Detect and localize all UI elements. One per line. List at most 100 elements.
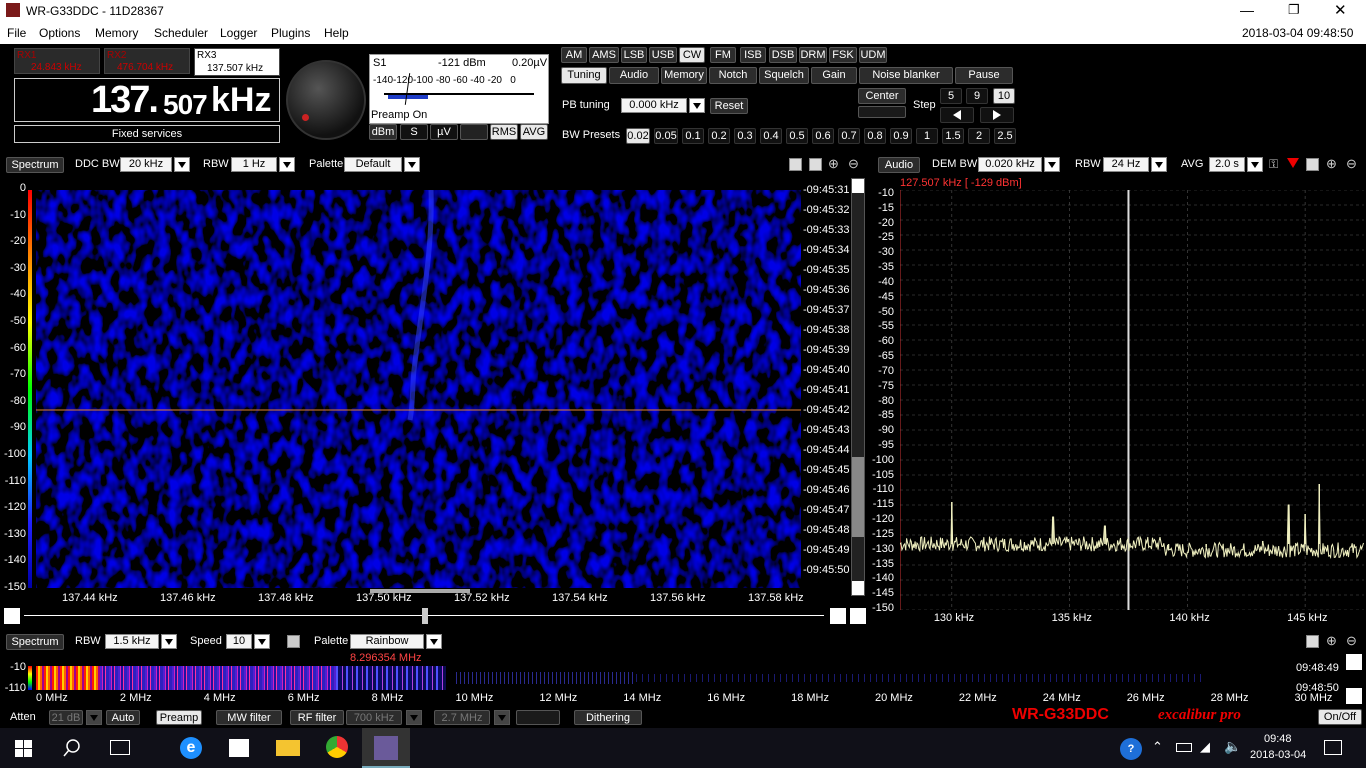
mode-usb[interactable]: USB (649, 47, 677, 63)
unit-uv-button[interactable]: µV (430, 124, 458, 140)
avg-button[interactable]: AVG (520, 124, 548, 140)
wb-palette-value[interactable]: Rainbow (350, 634, 424, 649)
rx3-tab[interactable]: RX3 137.507 kHz (194, 48, 280, 76)
menu-file[interactable]: File (7, 26, 26, 40)
mode-drm[interactable]: DRM (799, 47, 827, 63)
menu-plugins[interactable]: Plugins (271, 26, 310, 40)
audio-tab[interactable]: Audio (878, 157, 920, 173)
menu-options[interactable]: Options (39, 26, 80, 40)
wb-scroll-down-icon[interactable] (1346, 688, 1362, 704)
dithering-button[interactable]: Dithering (574, 710, 642, 725)
app-taskbar-button[interactable] (362, 728, 410, 768)
auto-button[interactable]: Auto (106, 710, 140, 725)
mode-ams[interactable]: AMS (589, 47, 619, 63)
speed-value[interactable]: 10 (226, 634, 252, 649)
tray-chevron-icon[interactable]: ⌃ (1152, 739, 1163, 755)
step-left-button[interactable] (940, 107, 974, 123)
waterfall[interactable] (36, 190, 801, 588)
scroll-down-icon[interactable] (852, 581, 864, 595)
vertical-scrollbar[interactable] (851, 178, 865, 596)
rms-button[interactable]: RMS (490, 124, 518, 140)
step-9-button[interactable]: 9 (966, 88, 988, 104)
bw-preset-button[interactable]: 2 (968, 128, 990, 144)
audio-save-icon[interactable] (1306, 158, 1319, 171)
lock-icon[interactable]: ⚿ (1269, 157, 1278, 172)
scroll-down2-icon[interactable] (850, 608, 866, 624)
zoom-out-icon[interactable]: ⊖ (848, 156, 859, 172)
unit-dbm-button[interactable]: dBm (369, 124, 397, 140)
mode-am[interactable]: AM (561, 47, 587, 63)
bw-preset-button[interactable]: 1.5 (942, 128, 964, 144)
store-icon[interactable] (229, 739, 249, 757)
wb-zoom-out-icon[interactable]: ⊖ (1346, 633, 1357, 649)
wb-palette-dropdown-icon[interactable] (426, 634, 442, 649)
rx2-tab[interactable]: RX2 476.704 kHz (104, 48, 190, 74)
mode-dsb[interactable]: DSB (769, 47, 797, 63)
wb-rbw-dropdown-icon[interactable] (161, 634, 177, 649)
palette-value[interactable]: Default (344, 157, 402, 172)
unit-blank-button[interactable] (460, 124, 488, 140)
center-button[interactable]: Center (858, 88, 906, 104)
bw-preset-button[interactable]: 0.02 (626, 128, 650, 144)
dem-bw-value[interactable]: 0.020 kHz (978, 157, 1042, 172)
hscroll-thumb[interactable] (422, 608, 428, 624)
volume-icon[interactable]: 🔈 (1224, 738, 1241, 755)
zoom-in-icon[interactable]: ⊕ (828, 156, 839, 172)
menu-logger[interactable]: Logger (220, 26, 257, 40)
blank-button[interactable] (516, 710, 560, 725)
tab-memory[interactable]: Memory (661, 67, 707, 84)
close-icon[interactable]: ✕ (1334, 1, 1347, 19)
wideband-spectrum-tab[interactable]: Spectrum (6, 634, 64, 650)
bw-preset-button[interactable]: 2.5 (994, 128, 1016, 144)
scroll-right-icon[interactable] (830, 608, 846, 624)
pause-icon[interactable] (789, 158, 802, 171)
spectrum-tab[interactable]: Spectrum (6, 157, 64, 173)
avg-dropdown-icon[interactable] (1247, 157, 1263, 172)
save-icon[interactable] (809, 158, 822, 171)
file-explorer-icon[interactable] (276, 740, 300, 756)
wb-pause-icon[interactable] (287, 635, 300, 648)
pb-tuning-value[interactable]: 0.000 kHz (621, 98, 687, 113)
audio-rbw-value[interactable]: 24 Hz (1103, 157, 1149, 172)
ddc-dropdown-icon[interactable] (174, 157, 190, 172)
wb-save-icon[interactable] (1306, 635, 1319, 648)
step-right-button[interactable] (980, 107, 1014, 123)
tab-squelch[interactable]: Squelch (759, 67, 809, 84)
bw-preset-button[interactable]: 0.9 (890, 128, 912, 144)
wb-zoom-in-icon[interactable]: ⊕ (1326, 633, 1337, 649)
center-sub-button[interactable] (858, 106, 906, 118)
on-off-button[interactable]: On/Off (1318, 709, 1362, 725)
reset-button[interactable]: Reset (710, 98, 748, 114)
notification-icon[interactable] (1324, 740, 1342, 755)
horizontal-scrollbar[interactable] (4, 608, 866, 624)
bw-preset-button[interactable]: 0.2 (708, 128, 730, 144)
avg-value[interactable]: 2.0 s (1209, 157, 1245, 172)
dem-dropdown-icon[interactable] (1044, 157, 1060, 172)
pb-dropdown-icon[interactable] (689, 98, 705, 113)
mode-lsb[interactable]: LSB (621, 47, 647, 63)
network-icon[interactable]: ◢ (1200, 739, 1210, 755)
wideband-waterfall[interactable] (36, 666, 1342, 690)
marker-icon[interactable] (1287, 158, 1299, 168)
bw-preset-button[interactable]: 0.7 (838, 128, 860, 144)
mode-isb[interactable]: ISB (740, 47, 766, 63)
bw-preset-button[interactable]: 0.5 (786, 128, 808, 144)
tab-audio[interactable]: Audio (609, 67, 659, 84)
windows-start-icon[interactable] (15, 740, 32, 757)
rf-dropdown2-icon[interactable] (494, 710, 510, 725)
tab-tuning[interactable]: Tuning (561, 67, 607, 84)
audio-rbw-dropdown-icon[interactable] (1151, 157, 1167, 172)
wb-scroll-up-icon[interactable] (1346, 654, 1362, 670)
tab-gain[interactable]: Gain (811, 67, 857, 84)
rbw-value[interactable]: 1 Hz (231, 157, 277, 172)
mode-cw[interactable]: CW (679, 47, 705, 63)
menu-memory[interactable]: Memory (95, 26, 138, 40)
audio-spectrum[interactable] (900, 190, 1364, 610)
palette-dropdown-icon[interactable] (404, 157, 420, 172)
bw-preset-button[interactable]: 0.3 (734, 128, 756, 144)
scroll-up-icon[interactable] (852, 179, 864, 193)
edge-icon[interactable]: e (180, 737, 202, 759)
frequency-display[interactable]: 137. 507 kHz (14, 78, 280, 122)
bw-preset-button[interactable]: 1 (916, 128, 938, 144)
rbw-dropdown-icon[interactable] (279, 157, 295, 172)
